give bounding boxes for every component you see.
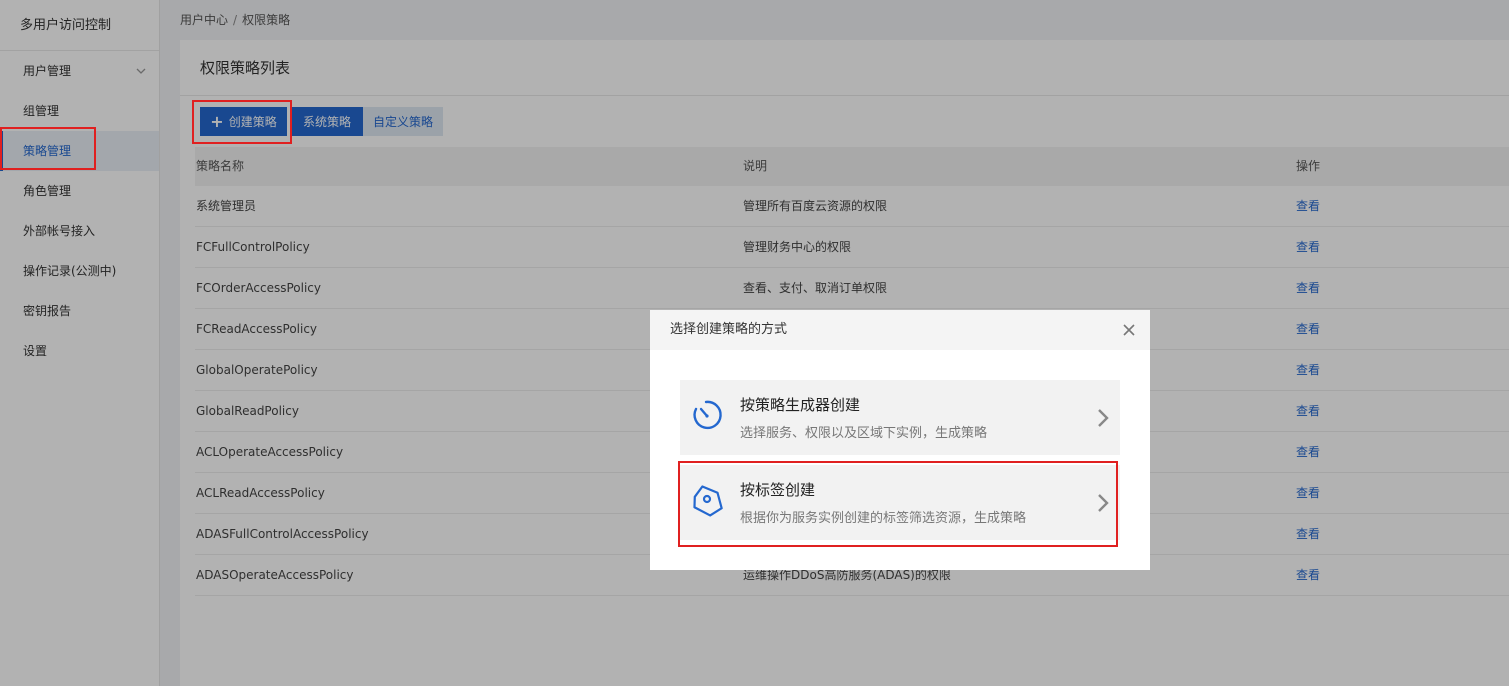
- option-policy-generator[interactable]: 按策略生成器创建 选择服务、权限以及区域下实例，生成策略: [680, 380, 1120, 455]
- highlight-box-tag-option: [678, 461, 1118, 547]
- dialog-title: 选择创建策略的方式: [670, 322, 788, 337]
- highlight-box-sidebar: [0, 127, 96, 170]
- chevron-right-icon: [1096, 408, 1110, 428]
- option-title: 按策略生成器创建: [740, 396, 861, 414]
- timer-icon: [688, 397, 724, 433]
- close-icon[interactable]: [1122, 310, 1136, 350]
- highlight-box-create-button: [192, 100, 292, 144]
- dialog-header: 选择创建策略的方式: [650, 310, 1150, 350]
- option-description: 选择服务、权限以及区域下实例，生成策略: [740, 426, 988, 441]
